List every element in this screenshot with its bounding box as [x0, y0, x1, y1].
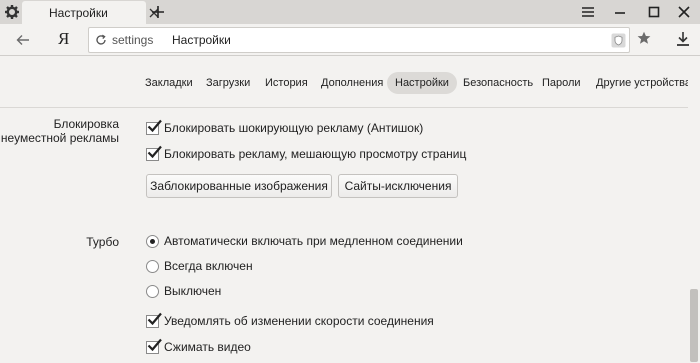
nav-item-settings[interactable]: Настройки — [387, 72, 457, 94]
plus-icon[interactable] — [150, 4, 166, 20]
address-bar[interactable]: settings Настройки — [88, 27, 630, 53]
nav-item-security[interactable]: Безопасность — [455, 72, 541, 94]
scrollbar-thumb[interactable] — [690, 289, 698, 362]
checkbox[interactable] — [146, 312, 162, 328]
settings-nav: Закладки Загрузки История Дополнения Нас… — [0, 70, 700, 98]
tab-strip: Настройки — [0, 0, 700, 24]
option-label: Уведомлять об изменении скорости соедине… — [164, 314, 434, 328]
star-icon[interactable] — [637, 31, 651, 45]
nav-item-other-devices[interactable]: Другие устройства — [588, 72, 699, 94]
nav-item-history[interactable]: История — [257, 72, 316, 94]
option-label: Блокировать рекламу, мешающую просмотру … — [164, 147, 467, 161]
nav-item-downloads[interactable]: Загрузки — [198, 72, 258, 94]
download-icon[interactable] — [676, 31, 690, 47]
nav-item-passwords[interactable]: Пароли — [534, 72, 589, 94]
close-window-icon[interactable] — [668, 0, 700, 24]
address-title: Настройки — [172, 33, 231, 47]
turbo-label: Турбо — [86, 235, 119, 249]
checkbox[interactable] — [146, 119, 162, 135]
checkbox[interactable] — [146, 145, 162, 161]
radio-button[interactable] — [146, 235, 159, 248]
gear-icon[interactable] — [4, 4, 20, 20]
radio-button[interactable] — [146, 285, 159, 298]
nav-item-extensions[interactable]: Дополнения — [313, 72, 391, 94]
browser-tab[interactable]: Настройки — [22, 1, 159, 24]
arrow-left-icon[interactable] — [15, 32, 31, 48]
blocked-images-button[interactable]: Заблокированные изображения — [146, 174, 332, 198]
ad-blocking-label: Блокировка неуместной рекламы — [0, 117, 119, 145]
exceptions-button[interactable]: Сайты-исключения — [338, 174, 458, 198]
radio-label: Всегда включен — [164, 259, 253, 273]
minimize-icon[interactable] — [604, 0, 636, 24]
nav-divider — [0, 107, 688, 108]
checkbox[interactable] — [146, 338, 162, 354]
toolbar: Я settings Настройки — [0, 24, 700, 56]
option-label: Блокировать шокирующую рекламу (Антишок) — [164, 121, 424, 135]
nav-item-bookmarks[interactable]: Закладки — [137, 72, 201, 94]
option-label: Сжимать видео — [164, 340, 251, 354]
radio-label: Выключен — [164, 284, 222, 298]
radio-button[interactable] — [146, 260, 159, 273]
address-host: settings — [112, 33, 154, 47]
shield-icon[interactable] — [611, 33, 626, 48]
radio-label: Автоматически включать при медленном сое… — [164, 234, 463, 248]
hamburger-icon[interactable] — [572, 0, 604, 24]
tab-title: Настройки — [49, 6, 108, 20]
yandex-logo[interactable]: Я — [58, 29, 69, 49]
maximize-icon[interactable] — [638, 0, 670, 24]
reload-icon[interactable] — [95, 34, 107, 46]
